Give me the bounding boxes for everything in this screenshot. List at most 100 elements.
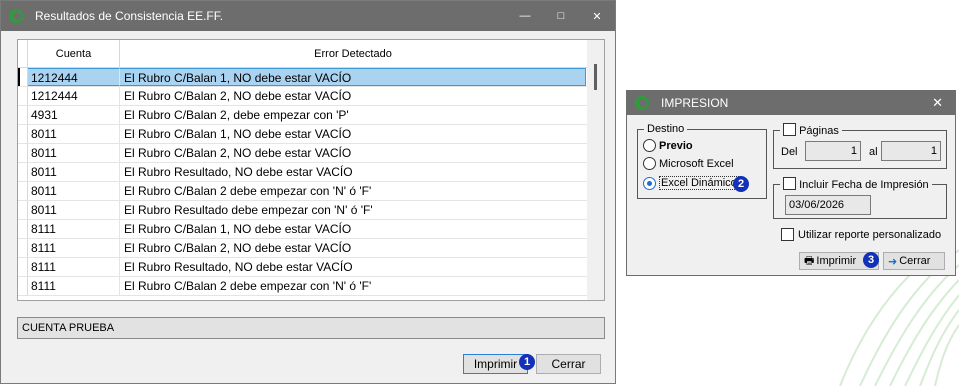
cell-cuenta[interactable]: 8111 bbox=[28, 277, 120, 295]
scrollbar-thumb[interactable] bbox=[594, 64, 597, 90]
radio-excel-dinamico-label: Excel Dinámico bbox=[659, 176, 739, 190]
cell-cuenta[interactable]: 8111 bbox=[28, 220, 120, 238]
destino-legend: Destino bbox=[647, 123, 685, 135]
row-selector[interactable] bbox=[18, 277, 28, 295]
dialog-imprimir-label: Imprimir bbox=[816, 255, 857, 267]
row-selector[interactable] bbox=[18, 239, 28, 257]
table-row[interactable]: 8011 El Rubro C/Balan 2, NO debe estar VA… bbox=[18, 144, 604, 163]
radio-excel-label: Microsoft Excel bbox=[659, 157, 734, 170]
personalizado-checkbox[interactable] bbox=[781, 228, 794, 241]
printer-icon: 🖶 bbox=[804, 254, 815, 267]
table-row[interactable]: 8111 El Rubro C/Balan 1, NO debe estar VA… bbox=[18, 220, 604, 239]
table-row[interactable]: 8011 El Rubro Resultado, NO debe estar VA… bbox=[18, 163, 604, 182]
print-dialog-close-icon[interactable]: ✕ bbox=[932, 95, 943, 111]
cell-error[interactable]: El Rubro C/Balan 2 debe empezar con 'N' … bbox=[120, 277, 586, 295]
fecha-checkbox[interactable] bbox=[783, 177, 796, 190]
cerrar-button[interactable]: Cerrar bbox=[536, 354, 601, 374]
cell-error[interactable]: El Rubro C/Balan 2 debe empezar con 'N' … bbox=[120, 182, 586, 200]
column-header-cuenta[interactable]: Cuenta bbox=[28, 40, 120, 67]
dialog-cerrar-button[interactable]: ➜ Cerrar bbox=[883, 252, 945, 270]
table-row[interactable]: 1212444 El Rubro C/Balan 2, NO debe estar… bbox=[18, 87, 604, 106]
al-input[interactable]: 1 bbox=[881, 141, 941, 161]
radio-excel-dinamico-icon[interactable] bbox=[643, 176, 656, 190]
results-grid[interactable]: Cuenta Error Detectado 1212444 El Rubro C… bbox=[17, 39, 605, 301]
print-dialog: IMPRESION ✕ Destino Previo Microsoft Exc… bbox=[626, 90, 956, 276]
grid-header: Cuenta Error Detectado bbox=[18, 40, 604, 68]
del-label: Del bbox=[781, 146, 798, 158]
cell-cuenta[interactable]: 8011 bbox=[28, 182, 120, 200]
dialog-cerrar-label: Cerrar bbox=[899, 255, 931, 267]
radio-microsoft-excel[interactable]: Microsoft Excel bbox=[643, 157, 734, 170]
vertical-scrollbar[interactable] bbox=[587, 40, 604, 300]
app-logo-icon bbox=[635, 96, 649, 110]
cell-error[interactable]: El Rubro C/Balan 1, NO debe estar VACÍO bbox=[120, 68, 586, 86]
results-window: Resultados de Consistencia EE.FF. — □ ✕ … bbox=[0, 0, 616, 384]
row-selector[interactable] bbox=[18, 144, 28, 162]
row-selector-header bbox=[18, 40, 28, 67]
fecha-legend: Incluir Fecha de Impresión bbox=[780, 177, 932, 191]
table-row[interactable]: 1212444 El Rubro C/Balan 1, NO debe estar… bbox=[18, 68, 604, 87]
cell-cuenta[interactable]: 8011 bbox=[28, 163, 120, 181]
table-row[interactable]: 8111 El Rubro C/Balan 2 debe empezar con … bbox=[18, 277, 604, 296]
print-dialog-titlebar[interactable]: IMPRESION ✕ bbox=[627, 91, 955, 115]
del-input[interactable]: 1 bbox=[805, 141, 861, 161]
row-selector[interactable] bbox=[18, 201, 28, 219]
table-row[interactable]: 8011 El Rubro C/Balan 1, NO debe estar VA… bbox=[18, 125, 604, 144]
table-row[interactable]: 8011 El Rubro C/Balan 2 debe empezar con … bbox=[18, 182, 604, 201]
table-row[interactable]: 8111 El Rubro Resultado, NO debe estar VA… bbox=[18, 258, 604, 277]
row-selector[interactable] bbox=[18, 220, 28, 238]
table-row[interactable]: 8011 El Rubro Resultado debe empezar con … bbox=[18, 201, 604, 220]
radio-previo[interactable]: Previo bbox=[643, 139, 693, 152]
cell-cuenta[interactable]: 8011 bbox=[28, 201, 120, 219]
personalizado-label: Utilizar reporte personalizado bbox=[798, 228, 942, 241]
cell-error[interactable]: El Rubro C/Balan 2, NO debe estar VACÍO bbox=[120, 87, 586, 105]
cell-cuenta[interactable]: 8011 bbox=[28, 125, 120, 143]
cell-cuenta[interactable]: 4931 bbox=[28, 106, 120, 124]
radio-excel-icon[interactable] bbox=[643, 157, 656, 170]
al-label: al bbox=[869, 146, 878, 158]
row-selector[interactable] bbox=[18, 125, 28, 143]
app-logo-icon bbox=[9, 9, 23, 23]
grid-body: 1212444 El Rubro C/Balan 1, NO debe estar… bbox=[18, 68, 604, 296]
row-selector[interactable] bbox=[18, 163, 28, 181]
row-selector[interactable] bbox=[18, 106, 28, 124]
close-button[interactable]: ✕ bbox=[579, 1, 615, 31]
fecha-input[interactable]: 03/06/2026 bbox=[785, 195, 871, 215]
step-badge-2: 2 bbox=[733, 176, 749, 192]
cell-error[interactable]: El Rubro C/Balan 1, NO debe estar VACÍO bbox=[120, 220, 586, 238]
cell-cuenta[interactable]: 1212444 bbox=[28, 68, 120, 86]
minimize-button[interactable]: — bbox=[507, 1, 543, 31]
print-dialog-title: IMPRESION bbox=[661, 96, 729, 110]
cell-error[interactable]: El Rubro Resultado, NO debe estar VACÍO bbox=[120, 258, 586, 276]
table-row[interactable]: 8111 El Rubro C/Balan 2, NO debe estar VA… bbox=[18, 239, 604, 258]
row-selector[interactable] bbox=[18, 87, 28, 105]
row-selector[interactable] bbox=[18, 258, 28, 276]
cell-cuenta[interactable]: 8111 bbox=[28, 258, 120, 276]
cell-cuenta[interactable]: 8111 bbox=[28, 239, 120, 257]
cell-error[interactable]: El Rubro C/Balan 1, NO debe estar VACÍO bbox=[120, 125, 586, 143]
radio-previo-icon[interactable] bbox=[643, 139, 656, 152]
results-titlebar[interactable]: Resultados de Consistencia EE.FF. — □ ✕ bbox=[1, 1, 615, 31]
exit-icon: ➜ bbox=[888, 255, 898, 268]
paginas-label: Páginas bbox=[799, 125, 839, 137]
row-selector[interactable] bbox=[18, 182, 28, 200]
imprimir-button[interactable]: Imprimir bbox=[463, 354, 528, 374]
maximize-button[interactable]: □ bbox=[543, 1, 579, 31]
step-badge-1: 1 bbox=[519, 354, 535, 370]
cell-error[interactable]: El Rubro Resultado debe empezar con 'N' … bbox=[120, 201, 586, 219]
paginas-checkbox[interactable] bbox=[783, 123, 796, 136]
column-header-error[interactable]: Error Detectado bbox=[120, 40, 586, 67]
personalizado-option[interactable]: Utilizar reporte personalizado bbox=[781, 228, 941, 241]
cell-error[interactable]: El Rubro Resultado, NO debe estar VACÍO bbox=[120, 163, 586, 181]
results-window-title: Resultados de Consistencia EE.FF. bbox=[35, 9, 224, 23]
radio-excel-dinamico[interactable]: Excel Dinámico bbox=[643, 176, 739, 190]
cell-cuenta[interactable]: 1212444 bbox=[28, 87, 120, 105]
table-row[interactable]: 4931 El Rubro C/Balan 2, debe empezar con… bbox=[18, 106, 604, 125]
radio-previo-label: Previo bbox=[659, 139, 693, 152]
row-selector[interactable] bbox=[18, 68, 28, 86]
cell-error[interactable]: El Rubro C/Balan 2, NO debe estar VACÍO bbox=[120, 144, 586, 162]
step-badge-3: 3 bbox=[863, 252, 879, 268]
cell-error[interactable]: El Rubro C/Balan 2, debe empezar con 'P' bbox=[120, 106, 586, 124]
cell-error[interactable]: El Rubro C/Balan 2, NO debe estar VACÍO bbox=[120, 239, 586, 257]
cell-cuenta[interactable]: 8011 bbox=[28, 144, 120, 162]
